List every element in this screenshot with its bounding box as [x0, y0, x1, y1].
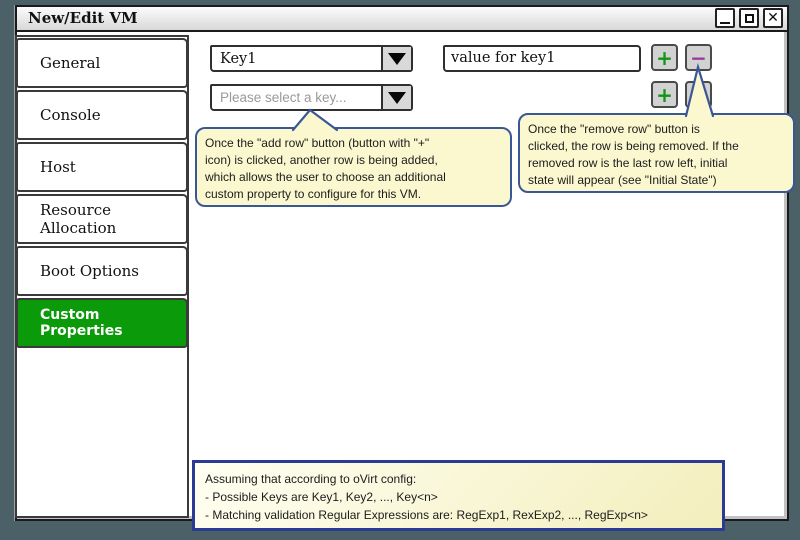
tab-label: General [40, 54, 101, 72]
maximize-icon [744, 13, 754, 23]
key-dropdown-row2[interactable]: Please select a key... [210, 84, 413, 111]
dropdown-arrow-button[interactable] [381, 47, 411, 70]
tab-label: Boot Options [40, 262, 139, 280]
chevron-down-icon [388, 52, 406, 65]
window-controls: ✕ [715, 8, 783, 28]
key-dropdown-placeholder: Please select a key... [220, 90, 347, 105]
tab-resource-allocation[interactable]: Resource Allocation [16, 194, 188, 244]
minus-icon: − [690, 45, 707, 70]
value-input-row1[interactable]: value for key1 [443, 45, 641, 72]
chevron-down-icon [388, 91, 406, 104]
remove-row-callout: Once the "remove row" button is clicked,… [518, 113, 795, 193]
remove-row-button-row2[interactable]: − [685, 81, 712, 108]
vm-dialog-window: New/Edit VM ✕ General Console Host Resou… [15, 5, 795, 531]
window-title: New/Edit VM [28, 9, 138, 27]
assumptions-note: Assuming that according to oVirt config:… [192, 460, 725, 531]
add-row-button-row1[interactable]: + [651, 44, 678, 71]
tab-label: Host [40, 158, 76, 176]
plus-icon: + [656, 45, 673, 70]
tab-host[interactable]: Host [16, 142, 188, 192]
tab-console[interactable]: Console [16, 90, 188, 140]
close-button[interactable]: ✕ [763, 8, 783, 28]
add-row-button-row2[interactable]: + [651, 81, 678, 108]
minus-icon: − [690, 82, 707, 107]
remove-row-button-row1[interactable]: − [685, 44, 712, 71]
key-dropdown-value: Key1 [220, 50, 257, 67]
add-row-callout: Once the "add row" button (button with "… [195, 127, 512, 207]
tab-label: Custom Properties [40, 307, 123, 339]
tab-label: Console [40, 106, 101, 124]
minimize-button[interactable] [715, 8, 735, 28]
title-bar: New/Edit VM ✕ [17, 7, 787, 32]
tab-general[interactable]: General [16, 38, 188, 88]
maximize-button[interactable] [739, 8, 759, 28]
tab-label: Resource Allocation [40, 201, 117, 237]
tab-custom-properties[interactable]: Custom Properties [16, 298, 188, 348]
plus-icon: + [656, 82, 673, 107]
minimize-icon [720, 22, 730, 24]
dropdown-arrow-button[interactable] [381, 86, 411, 109]
value-input-text: value for key1 [451, 50, 556, 66]
tab-boot-options[interactable]: Boot Options [16, 246, 188, 296]
close-icon: ✕ [767, 10, 779, 26]
sidebar: General Console Host Resource Allocation… [15, 35, 189, 518]
key-dropdown-row1[interactable]: Key1 [210, 45, 413, 72]
